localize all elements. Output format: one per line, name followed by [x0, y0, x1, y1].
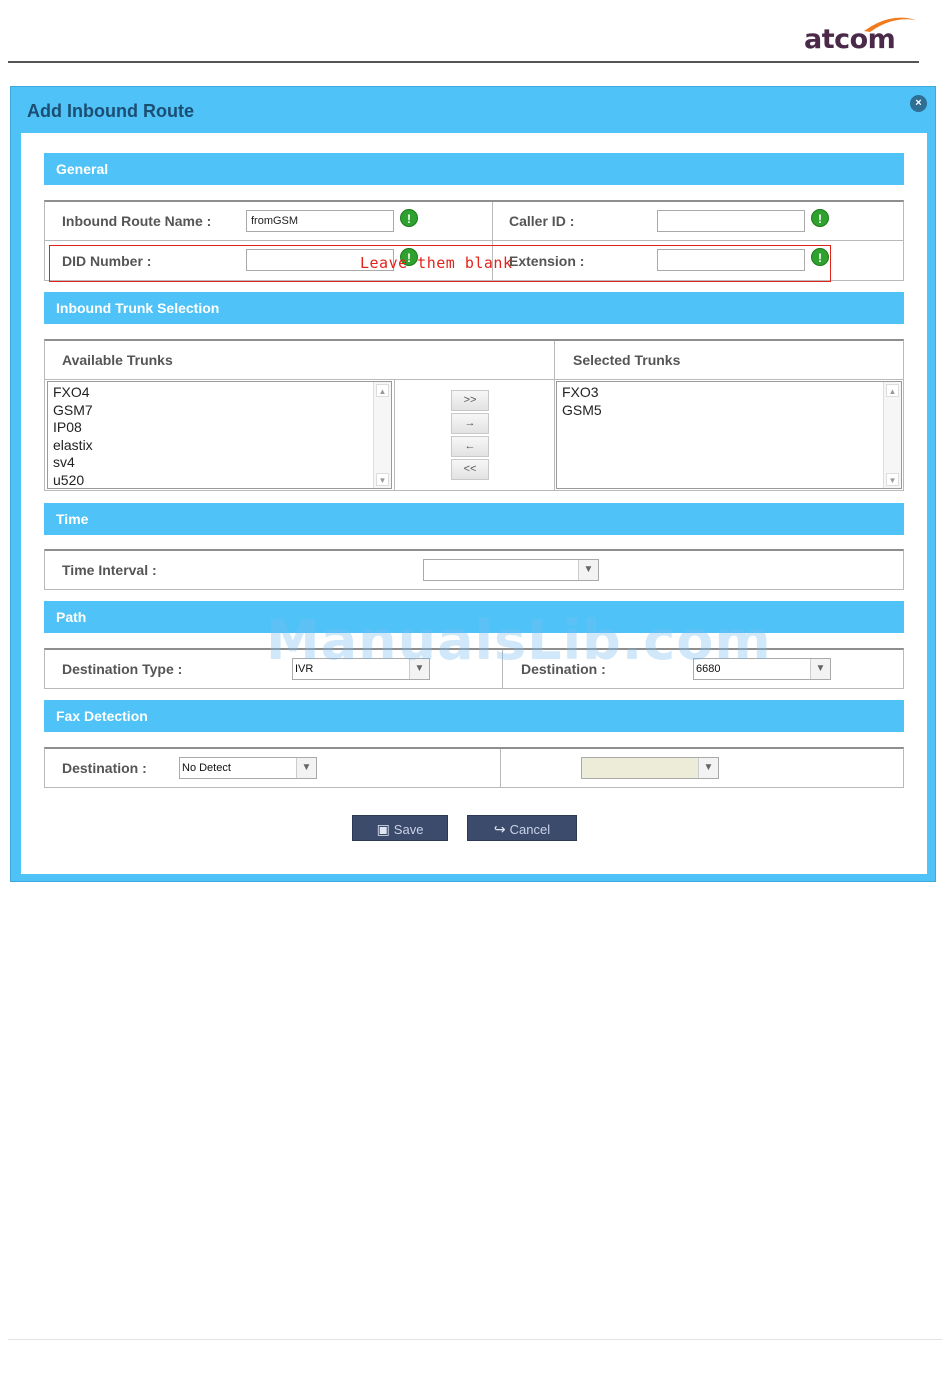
list-item[interactable]: GSM5 [562, 402, 901, 420]
atcom-logo: atcom [804, 14, 916, 55]
selected-list-scrollbar[interactable]: ▲ ▼ [883, 382, 901, 488]
section-time-header: Time [44, 503, 904, 535]
close-icon[interactable]: × [910, 95, 927, 112]
inbound-route-name-input[interactable]: fromGSM [246, 210, 394, 232]
return-arrow-icon: ↪ [493, 821, 506, 837]
add-inbound-route-dialog: Add Inbound Route × General Inbound Rout… [10, 86, 936, 882]
available-trunks-list[interactable]: FXO4 GSM7 IP08 elastix sv4 u520 ▲ ▼ [47, 381, 392, 489]
header-divider [8, 61, 919, 63]
list-item[interactable]: GSM7 [53, 402, 391, 420]
cancel-button[interactable]: ↪ Cancel [467, 815, 577, 841]
scroll-down-icon[interactable]: ▼ [376, 473, 389, 486]
save-button-label: Save [393, 822, 424, 837]
inbound-route-name-label: Inbound Route Name : [62, 213, 212, 229]
required-icon: ! [811, 209, 829, 227]
trunk-selection-panel: Available Trunks Selected Trunks FXO4 GS… [44, 339, 904, 491]
fax-destination-label: Destination : [62, 760, 147, 776]
section-trunk-selection-header: Inbound Trunk Selection [44, 292, 904, 324]
chevron-down-icon: ▼ [578, 560, 598, 580]
chevron-down-icon: ▼ [698, 758, 718, 778]
list-item[interactable]: elastix [53, 437, 391, 455]
fax-destination-select[interactable]: No Detect ▼ [179, 757, 317, 779]
scroll-up-icon[interactable]: ▲ [376, 384, 389, 397]
list-item[interactable]: u520 [53, 472, 391, 489]
floppy-disk-icon: ▣ [376, 821, 390, 837]
scroll-down-icon[interactable]: ▼ [886, 473, 899, 486]
selected-trunks-label: Selected Trunks [573, 352, 681, 368]
chevron-down-icon: ▼ [810, 659, 830, 679]
caller-id-label: Caller ID : [509, 213, 575, 229]
destination-type-label: Destination Type : [62, 661, 183, 677]
required-icon: ! [400, 209, 418, 227]
cancel-button-label: Cancel [509, 822, 551, 837]
scroll-up-icon[interactable]: ▲ [886, 384, 899, 397]
remove-all-trunks-button[interactable]: << [451, 459, 489, 480]
time-interval-select[interactable]: ▼ [423, 559, 599, 581]
list-item[interactable]: IP08 [53, 419, 391, 437]
remove-trunk-button[interactable]: ← [451, 436, 489, 457]
add-trunk-button[interactable]: → [451, 413, 489, 434]
available-list-scrollbar[interactable]: ▲ ▼ [373, 382, 391, 488]
logo-text: atcom [804, 24, 896, 55]
list-item[interactable]: FXO4 [53, 384, 391, 402]
section-fax-detection-header: Fax Detection [44, 700, 904, 732]
chevron-down-icon: ▼ [296, 758, 316, 778]
list-item[interactable]: FXO3 [562, 384, 901, 402]
caller-id-input[interactable] [657, 210, 805, 232]
selected-trunks-list[interactable]: FXO3 GSM5 ▲ ▼ [556, 381, 902, 489]
footer-divider [8, 1339, 942, 1340]
list-item[interactable]: sv4 [53, 454, 391, 472]
section-general-header: General [44, 153, 904, 185]
available-trunks-label: Available Trunks [62, 352, 173, 368]
save-button[interactable]: ▣ Save [352, 815, 448, 841]
fax-secondary-select: ▼ [581, 757, 719, 779]
add-all-trunks-button[interactable]: >> [451, 390, 489, 411]
annotation-text: Leave them blank [360, 254, 513, 272]
time-form: Time Interval : ▼ [44, 549, 904, 590]
time-interval-label: Time Interval : [62, 562, 157, 578]
dialog-title: Add Inbound Route [27, 101, 194, 121]
watermark-text: ManualsLib.com [266, 609, 772, 672]
fax-destination-value: No Detect [182, 762, 231, 774]
fax-detection-form: Destination : No Detect ▼ ▼ [44, 747, 904, 788]
